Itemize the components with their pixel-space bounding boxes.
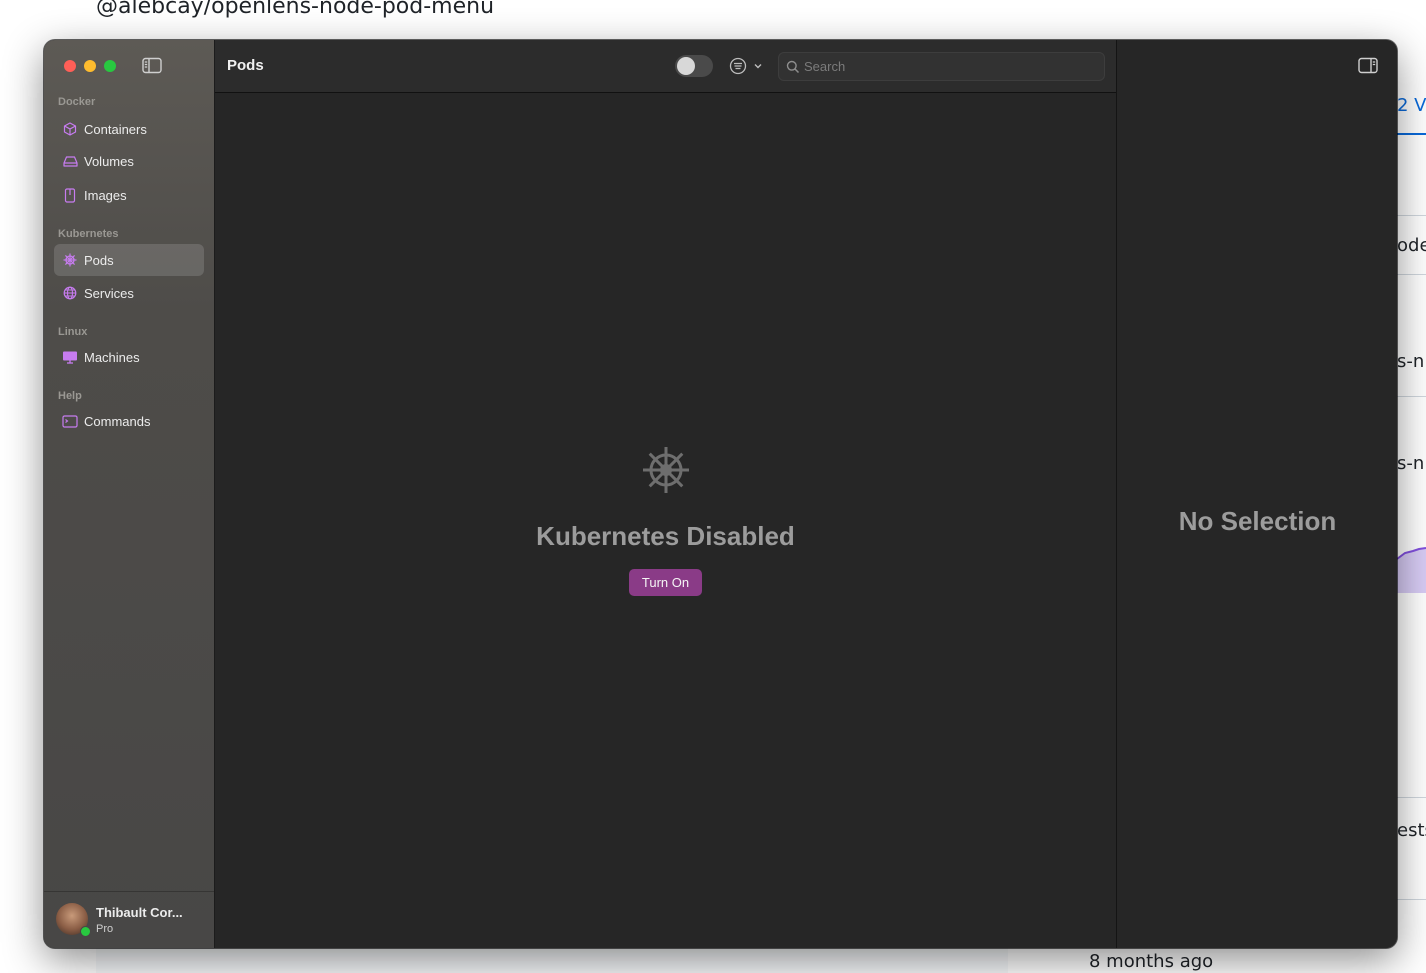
- background-tab-underline: [1397, 133, 1426, 135]
- background-fragment: 2 Ve: [1397, 95, 1426, 116]
- close-window-button[interactable]: [64, 60, 76, 72]
- helm-icon: [62, 252, 78, 268]
- empty-state-title: Kubernetes Disabled: [536, 521, 795, 551]
- helm-wheel-icon: [643, 447, 689, 493]
- sidebar-item-services[interactable]: Services: [54, 277, 204, 309]
- monitor-icon: [62, 349, 78, 365]
- sidebar: Docker Containers Volumes Images Kuberne…: [44, 40, 215, 948]
- sidebar-item-pods[interactable]: Pods: [54, 244, 204, 276]
- section-label-kubernetes: Kubernetes: [58, 228, 119, 240]
- background-divider: [1397, 797, 1426, 798]
- drive-icon: [62, 153, 78, 169]
- sidebar-item-label: Pods: [84, 252, 114, 268]
- background-timestamp: 8 months ago: [1089, 951, 1214, 972]
- sidebar-item-containers[interactable]: Containers: [54, 113, 204, 145]
- filter-menu-button[interactable]: [729, 56, 767, 76]
- toggle-knob: [677, 57, 695, 75]
- background-graph: [1397, 547, 1426, 593]
- toggle-sidebar-button[interactable]: [142, 57, 162, 74]
- no-selection-label: No Selection: [1178, 506, 1337, 536]
- section-label-linux: Linux: [58, 326, 88, 338]
- main-panel: Pods Search Kubernetes Disabled Turn On: [215, 40, 1116, 948]
- toggle-inspector-button[interactable]: [1358, 57, 1378, 74]
- zoom-window-button[interactable]: [104, 60, 116, 72]
- sidebar-item-label: Volumes: [84, 153, 134, 169]
- background-fragment: s-n: [1397, 453, 1425, 474]
- background-fragment: ode: [1397, 235, 1426, 256]
- search-input[interactable]: [804, 59, 1094, 74]
- sidebar-right-icon: [1358, 57, 1378, 74]
- search-field[interactable]: [778, 52, 1105, 81]
- chevron-down-icon: [754, 64, 762, 69]
- background-repo-title: @alebcay/openlens-node-pod-menu: [96, 0, 495, 19]
- sidebar-item-images[interactable]: Images: [54, 179, 204, 211]
- cube-icon: [62, 121, 78, 137]
- image-stack-icon: [62, 187, 78, 203]
- sidebar-item-machines[interactable]: Machines: [54, 341, 204, 373]
- section-label-help: Help: [58, 390, 82, 402]
- terminal-icon: [62, 413, 78, 429]
- background-divider: [1397, 396, 1426, 397]
- globe-icon: [62, 285, 78, 301]
- minimize-window-button[interactable]: [84, 60, 96, 72]
- search-icon: [786, 60, 800, 73]
- account-area[interactable]: Thibault Cor... Pro: [44, 891, 214, 948]
- background-footer-bar: [96, 948, 1008, 973]
- inspector-panel: No Selection: [1116, 40, 1397, 948]
- turn-on-button[interactable]: Turn On: [629, 569, 702, 596]
- sidebar-item-label: Commands: [84, 413, 151, 429]
- page-title: Pods: [227, 57, 264, 74]
- background-divider: [1397, 215, 1426, 216]
- sidebar-item-label: Images: [84, 187, 127, 203]
- background-fragment: ests: [1397, 820, 1426, 841]
- user-plan: Pro: [96, 923, 114, 935]
- sidebar-item-commands[interactable]: Commands: [54, 405, 204, 437]
- show-all-toggle[interactable]: [675, 55, 713, 77]
- filter-list-icon: [729, 57, 747, 75]
- sidebar-item-label: Services: [84, 285, 134, 301]
- sidebar-item-volumes[interactable]: Volumes: [54, 145, 204, 177]
- sidebar-left-icon: [142, 57, 162, 74]
- background-fragment: s-n: [1397, 351, 1425, 372]
- app-window: Docker Containers Volumes Images Kuberne…: [44, 40, 1397, 948]
- background-divider: [1397, 274, 1426, 275]
- sidebar-item-label: Containers: [84, 121, 147, 137]
- toolbar: Pods: [215, 40, 1116, 93]
- background-divider: [1397, 899, 1426, 900]
- empty-state: Kubernetes Disabled Turn On: [215, 92, 1116, 948]
- sidebar-item-label: Machines: [84, 349, 140, 365]
- section-label-docker: Docker: [58, 96, 96, 108]
- user-name: Thibault Cor...: [96, 905, 183, 920]
- online-status-dot: [80, 926, 91, 937]
